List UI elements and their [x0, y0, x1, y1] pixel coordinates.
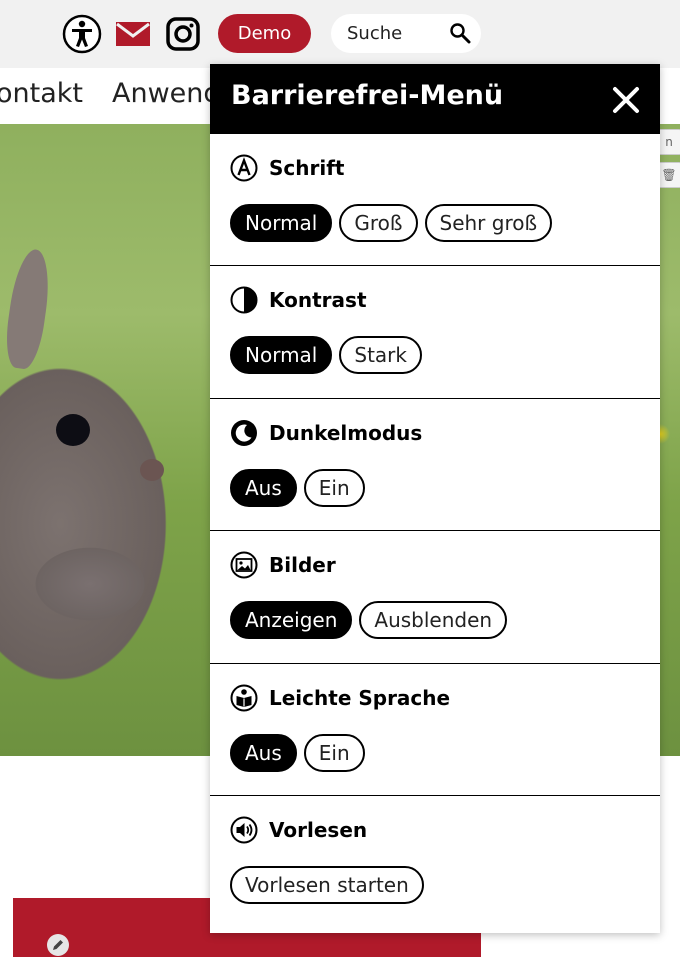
section-label: Leichte Sprache [269, 686, 451, 710]
search-icon[interactable] [449, 22, 471, 44]
section-label: Vorlesen [269, 818, 368, 842]
contrast-options: Normal Stark [230, 336, 429, 374]
speaker-icon [230, 816, 258, 844]
section-schrift-header: Schrift [230, 154, 344, 182]
font-size-options: Normal Groß Sehr groß [230, 204, 559, 242]
nav-item-kontakt[interactable]: ontakt [0, 78, 83, 109]
search-box [331, 14, 481, 53]
instagram-icon[interactable] [163, 14, 203, 54]
moon-icon [230, 419, 258, 447]
demo-button[interactable]: Demo [218, 14, 311, 53]
font-large-button[interactable]: Groß [339, 204, 418, 242]
section-label: Dunkelmodus [269, 421, 423, 445]
section-label: Bilder [269, 553, 336, 577]
panel-title: Barrierefrei-Menü [231, 80, 504, 111]
accessibility-icon[interactable] [62, 14, 102, 54]
font-normal-button[interactable]: Normal [230, 204, 333, 242]
easy-language-options: Aus Ein [230, 734, 372, 772]
mail-icon[interactable] [113, 14, 153, 54]
darkmode-options: Aus Ein [230, 469, 372, 507]
pencil-icon[interactable] [47, 934, 69, 956]
read-aloud-options: Vorlesen starten [230, 866, 431, 904]
images-show-button[interactable]: Anzeigen [230, 601, 353, 639]
easy-language-icon [230, 684, 258, 712]
rabbit-ear [1, 247, 55, 371]
images-hide-button[interactable]: Ausblenden [359, 601, 508, 639]
font-size-icon [230, 154, 258, 182]
contrast-normal-button[interactable]: Normal [230, 336, 333, 374]
panel-header: Barrierefrei-Menü [210, 64, 660, 134]
section-vorlesen: Vorlesen Vorlesen starten [210, 795, 660, 904]
section-leichte-sprache: Leichte Sprache Aus Ein [210, 663, 660, 772]
image-icon [230, 551, 258, 579]
section-dunkelmodus: Dunkelmodus Aus Ein [210, 398, 660, 507]
top-bar: Demo [0, 0, 680, 68]
accessibility-menu-panel: Barrierefrei-Menü Schrift Normal Groß Se… [210, 64, 660, 933]
rabbit-nose [140, 459, 164, 481]
rabbit-eye [56, 414, 90, 446]
section-vorlesen-header: Vorlesen [230, 816, 367, 844]
darkmode-on-button[interactable]: Ein [303, 469, 365, 507]
section-bilder: Bilder Anzeigen Ausblenden [210, 530, 660, 639]
close-icon[interactable] [612, 86, 640, 114]
easy-language-off-button[interactable]: Aus [230, 734, 297, 772]
section-dunkelmodus-header: Dunkelmodus [230, 419, 422, 447]
nav-item-anwendungen[interactable]: Anwend [112, 78, 221, 109]
images-options: Anzeigen Ausblenden [230, 601, 514, 639]
search-input[interactable] [347, 23, 445, 44]
section-kontrast-header: Kontrast [230, 286, 367, 314]
contrast-icon [230, 286, 258, 314]
darkmode-off-button[interactable]: Aus [230, 469, 297, 507]
section-bilder-header: Bilder [230, 551, 336, 579]
section-kontrast: Kontrast Normal Stark [210, 265, 660, 374]
font-xlarge-button[interactable]: Sehr groß [424, 204, 553, 242]
section-label: Kontrast [269, 288, 367, 312]
section-label: Schrift [269, 156, 345, 180]
contrast-strong-button[interactable]: Stark [339, 336, 422, 374]
read-aloud-start-button[interactable]: Vorlesen starten [230, 866, 424, 904]
section-leichte-sprache-header: Leichte Sprache [230, 684, 450, 712]
easy-language-on-button[interactable]: Ein [303, 734, 365, 772]
